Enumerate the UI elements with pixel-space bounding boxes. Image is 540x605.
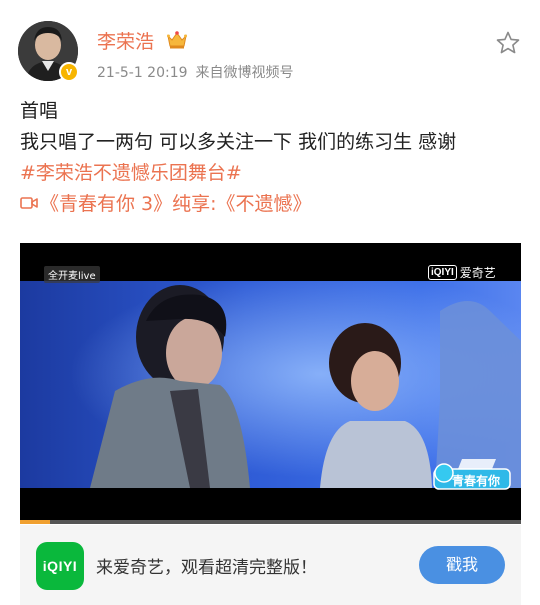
- video-player[interactable]: 全开麦live iQIYI 爱奇艺 青春有你: [20, 243, 521, 524]
- iqiyi-watermark: iQIYI 爱奇艺: [428, 263, 496, 281]
- video-progress-bar[interactable]: [20, 520, 521, 524]
- post-source[interactable]: 来自微博视频号: [196, 65, 294, 81]
- post-text-line: 首唱: [20, 100, 59, 122]
- video-camera-icon: [20, 197, 38, 209]
- verified-badge-icon: v: [59, 62, 79, 82]
- post-meta: 21-5-1 20:19 来自微博视频号: [97, 62, 294, 82]
- promo-text: 来爱奇艺，观看超清完整版！: [96, 558, 317, 578]
- video-link-label: 《青春有你 3》纯享:《不遗憾》: [40, 193, 312, 215]
- star-icon[interactable]: [495, 30, 521, 56]
- weibo-post: v 李荣浩 21-5-1 20:19 来自微博视频号 首唱 我只唱了一两句 可以多…: [0, 0, 540, 605]
- show-logo-text: 青春有你: [452, 474, 501, 488]
- video-link[interactable]: 《青春有你 3》纯享:《不遗憾》: [20, 189, 525, 220]
- poke-button[interactable]: 戳我: [419, 546, 505, 584]
- iqiyi-logo-icon: iQIYI: [428, 264, 457, 280]
- post-header: v 李荣浩 21-5-1 20:19 来自微博视频号: [0, 0, 540, 90]
- watermark-text: 爱奇艺: [459, 265, 496, 280]
- hashtag-link[interactable]: #李荣浩不遗憾乐团舞台#: [20, 158, 525, 189]
- app-promo-card[interactable]: iQIYI 来爱奇艺，观看超清完整版！ 戳我: [20, 525, 521, 605]
- show-logo: 青春有你: [432, 455, 512, 491]
- live-tag: 全开麦live: [44, 266, 100, 283]
- iqiyi-app-icon: iQIYI: [36, 542, 84, 590]
- crown-icon: [167, 31, 187, 49]
- video-progress-fill: [20, 520, 51, 524]
- post-text-line: 我只唱了一两句 可以多关注一下 我们的练习生 感谢: [20, 131, 457, 153]
- post-date: 21-5-1 20:19: [97, 65, 188, 81]
- post-body: 首唱 我只唱了一两句 可以多关注一下 我们的练习生 感谢 #李荣浩不遗憾乐团舞台…: [20, 96, 525, 220]
- username[interactable]: 李荣浩: [97, 27, 154, 54]
